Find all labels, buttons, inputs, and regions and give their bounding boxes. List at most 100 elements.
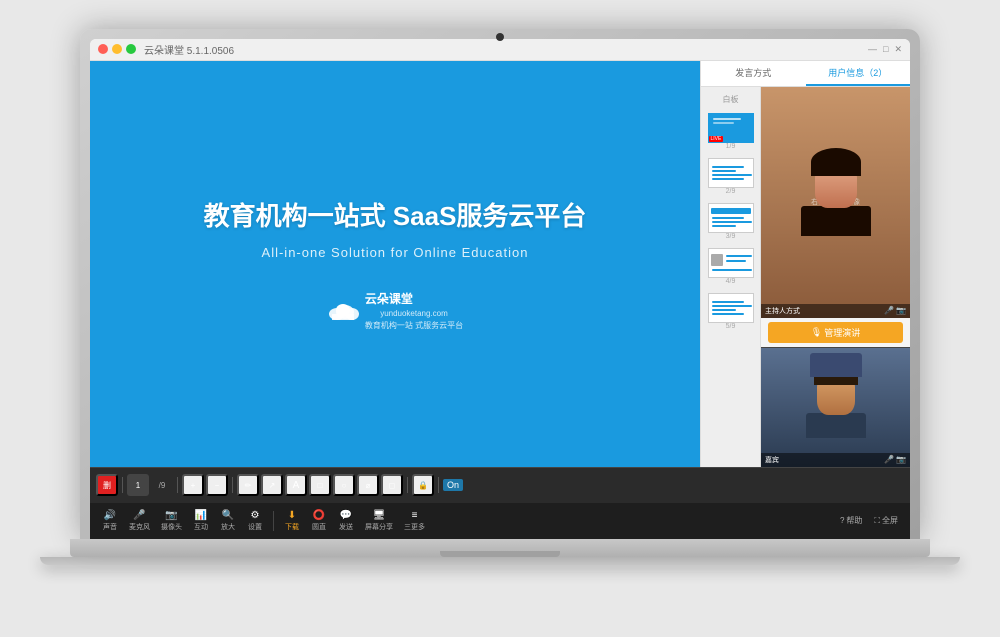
download-label: 下载 bbox=[285, 522, 299, 532]
more-icon: ≡ bbox=[407, 509, 423, 521]
laptop-bottom bbox=[40, 557, 960, 565]
separator-5 bbox=[438, 477, 439, 493]
title-bar-right: — □ ✕ bbox=[868, 44, 902, 55]
separator-1 bbox=[122, 477, 123, 493]
thumb-image-5 bbox=[708, 293, 754, 323]
mic-icon: 🎤 bbox=[132, 509, 148, 521]
interact-button[interactable]: 📊 互动 bbox=[189, 507, 213, 534]
thumb-image-2 bbox=[708, 158, 754, 188]
screen-bezel: 云朵课堂 5.1.1.0506 — □ ✕ 教育机构一站式 SaaS服务云平台 … bbox=[90, 39, 910, 539]
minus-tool[interactable]: − bbox=[206, 474, 228, 496]
chat-icon: 💬 bbox=[338, 509, 354, 521]
drawing-toolbar: 删 1 /9 + − ✏ ↗ A □ ○ ⌀ ◻ 🔒 bbox=[90, 467, 910, 503]
more-label: 三更多 bbox=[404, 522, 425, 532]
camera-button[interactable]: 📷 摄像头 bbox=[157, 507, 186, 534]
thumb-label-1: 1/9 bbox=[726, 143, 736, 150]
lock-tool[interactable]: 🔒 bbox=[412, 474, 434, 496]
zoom-icon: 🔍 bbox=[220, 509, 236, 521]
host-cam-icon: 📷 bbox=[896, 306, 906, 315]
window-controls bbox=[98, 44, 136, 54]
share-icon: 🖥 bbox=[371, 509, 387, 521]
separator-4 bbox=[407, 477, 408, 493]
settings-label: 设置 bbox=[248, 522, 262, 532]
cloud-logo-icon bbox=[327, 300, 359, 322]
thumbnail-2[interactable]: 2/9 bbox=[706, 156, 756, 197]
current-page: 1 bbox=[127, 474, 149, 496]
bottom-toolbar: 🔊 声音 🎤 麦克风 📷 摄像头 📊 互动 bbox=[90, 503, 910, 539]
fullscreen-icon: ⛶ bbox=[874, 516, 880, 526]
bottom-sep-1 bbox=[273, 511, 274, 531]
manage-icon: 🎙 bbox=[811, 327, 822, 338]
maximize-button[interactable] bbox=[126, 44, 136, 54]
record-icon: ⭕ bbox=[311, 509, 327, 521]
thumbnail-4[interactable]: 4/9 bbox=[706, 246, 756, 287]
interact-label: 互动 bbox=[194, 522, 208, 532]
share-button[interactable]: 🖥 屏幕分享 bbox=[361, 507, 397, 534]
camera-icon: 📷 bbox=[164, 509, 180, 521]
host-mic-icon: 🎤 bbox=[884, 306, 894, 315]
tab-user-info[interactable]: 用户信息（2） bbox=[806, 61, 911, 86]
line-tool[interactable]: A bbox=[285, 474, 307, 496]
record-button[interactable]: ⭕ 圆直 bbox=[307, 507, 331, 534]
help-button[interactable]: ? 帮助 bbox=[836, 513, 866, 528]
more-button[interactable]: ≡ 三更多 bbox=[400, 507, 429, 534]
separator-2 bbox=[177, 477, 178, 493]
close-button[interactable] bbox=[98, 44, 108, 54]
chat-button[interactable]: 💬 发送 bbox=[334, 507, 358, 534]
settings-button[interactable]: ⚙ 设置 bbox=[243, 507, 267, 534]
thumbnail-1[interactable]: LIVE 1/9 bbox=[706, 111, 756, 152]
thumbnail-3[interactable]: 3/9 bbox=[706, 201, 756, 242]
shape-tool[interactable]: □ bbox=[309, 474, 331, 496]
arrow-tool[interactable]: ↗ bbox=[261, 474, 283, 496]
live-badge: LIVE bbox=[709, 136, 724, 142]
circle-tool[interactable]: ○ bbox=[333, 474, 355, 496]
minimize-button[interactable] bbox=[112, 44, 122, 54]
guest-video-icons: 🎤 📷 bbox=[884, 455, 906, 464]
logo-tagline: 教育机构一站 式服务云平台 bbox=[365, 320, 463, 331]
logo-text-area: 云朵课堂 yunduoketang.com 教育机构一站 式服务云平台 bbox=[365, 290, 463, 331]
thumb-label-2: 2/9 bbox=[726, 188, 736, 195]
video-area: 主持人方式 🎤 📷 右击发言人头像 bbox=[761, 87, 910, 467]
host-video-inner: 主持人方式 🎤 📷 右击发言人头像 bbox=[761, 87, 910, 318]
mic-button[interactable]: 🎤 麦克风 bbox=[125, 507, 154, 534]
tab-speak-mode[interactable]: 发言方式 bbox=[701, 61, 806, 86]
laptop-container: 云朵课堂 5.1.1.0506 — □ ✕ 教育机构一站式 SaaS服务云平台 … bbox=[70, 29, 930, 609]
interact-icon: 📊 bbox=[193, 509, 209, 521]
highlight-tool[interactable]: ⌀ bbox=[357, 474, 379, 496]
right-panel: 发言方式 用户信息（2） 白板 bbox=[700, 61, 910, 467]
host-video: 主持人方式 🎤 📷 右击发言人头像 bbox=[761, 87, 910, 318]
download-button[interactable]: ⬇ 下载 bbox=[280, 507, 304, 534]
restore-icon[interactable]: □ bbox=[883, 44, 888, 55]
help-label: 帮助 bbox=[846, 515, 862, 526]
zoom-button[interactable]: 🔍 放大 bbox=[216, 507, 240, 534]
host-name: 主持人方式 bbox=[765, 306, 800, 316]
fullscreen-button[interactable]: ⛶ 全屏 bbox=[870, 513, 902, 528]
main-content: 教育机构一站式 SaaS服务云平台 All-in-one Solution fo… bbox=[90, 61, 910, 467]
guest-mic-icon: 🎤 bbox=[884, 455, 894, 464]
laptop-base bbox=[70, 539, 930, 557]
minimize-icon[interactable]: — bbox=[868, 44, 877, 55]
guest-label-bar: 嘉宾 🎤 📷 bbox=[761, 453, 910, 467]
chat-label: 发送 bbox=[339, 522, 353, 532]
slide-panel-label: 白板 bbox=[719, 91, 743, 107]
manage-label: 管理演讲 bbox=[824, 326, 860, 339]
close-icon[interactable]: ✕ bbox=[894, 44, 902, 55]
eraser-tool[interactable]: ◻ bbox=[381, 474, 403, 496]
app-title: 云朵课堂 5.1.1.0506 bbox=[144, 42, 234, 57]
thumb-label-4: 4/9 bbox=[726, 278, 736, 285]
manage-button[interactable]: 🎙 管理演讲 bbox=[768, 322, 902, 343]
logo-brand-name: 云朵课堂 bbox=[365, 290, 463, 307]
thumb-image-4 bbox=[708, 248, 754, 278]
slide-logo: 云朵课堂 yunduoketang.com 教育机构一站 式服务云平台 bbox=[327, 290, 463, 331]
host-video-icons: 🎤 📷 bbox=[884, 306, 906, 315]
guest-video: 嘉宾 🎤 📷 bbox=[761, 347, 910, 467]
separator-3 bbox=[232, 477, 233, 493]
pen-tool[interactable]: ✏ bbox=[237, 474, 259, 496]
host-label-bar: 主持人方式 🎤 📷 bbox=[761, 304, 910, 318]
delete-button[interactable]: 删 bbox=[96, 474, 118, 496]
thumbnail-5[interactable]: 5/9 bbox=[706, 291, 756, 332]
sound-icon: 🔊 bbox=[102, 509, 118, 521]
sound-button[interactable]: 🔊 声音 bbox=[98, 507, 122, 534]
help-icon: ? bbox=[840, 516, 844, 525]
add-tool[interactable]: + bbox=[182, 474, 204, 496]
